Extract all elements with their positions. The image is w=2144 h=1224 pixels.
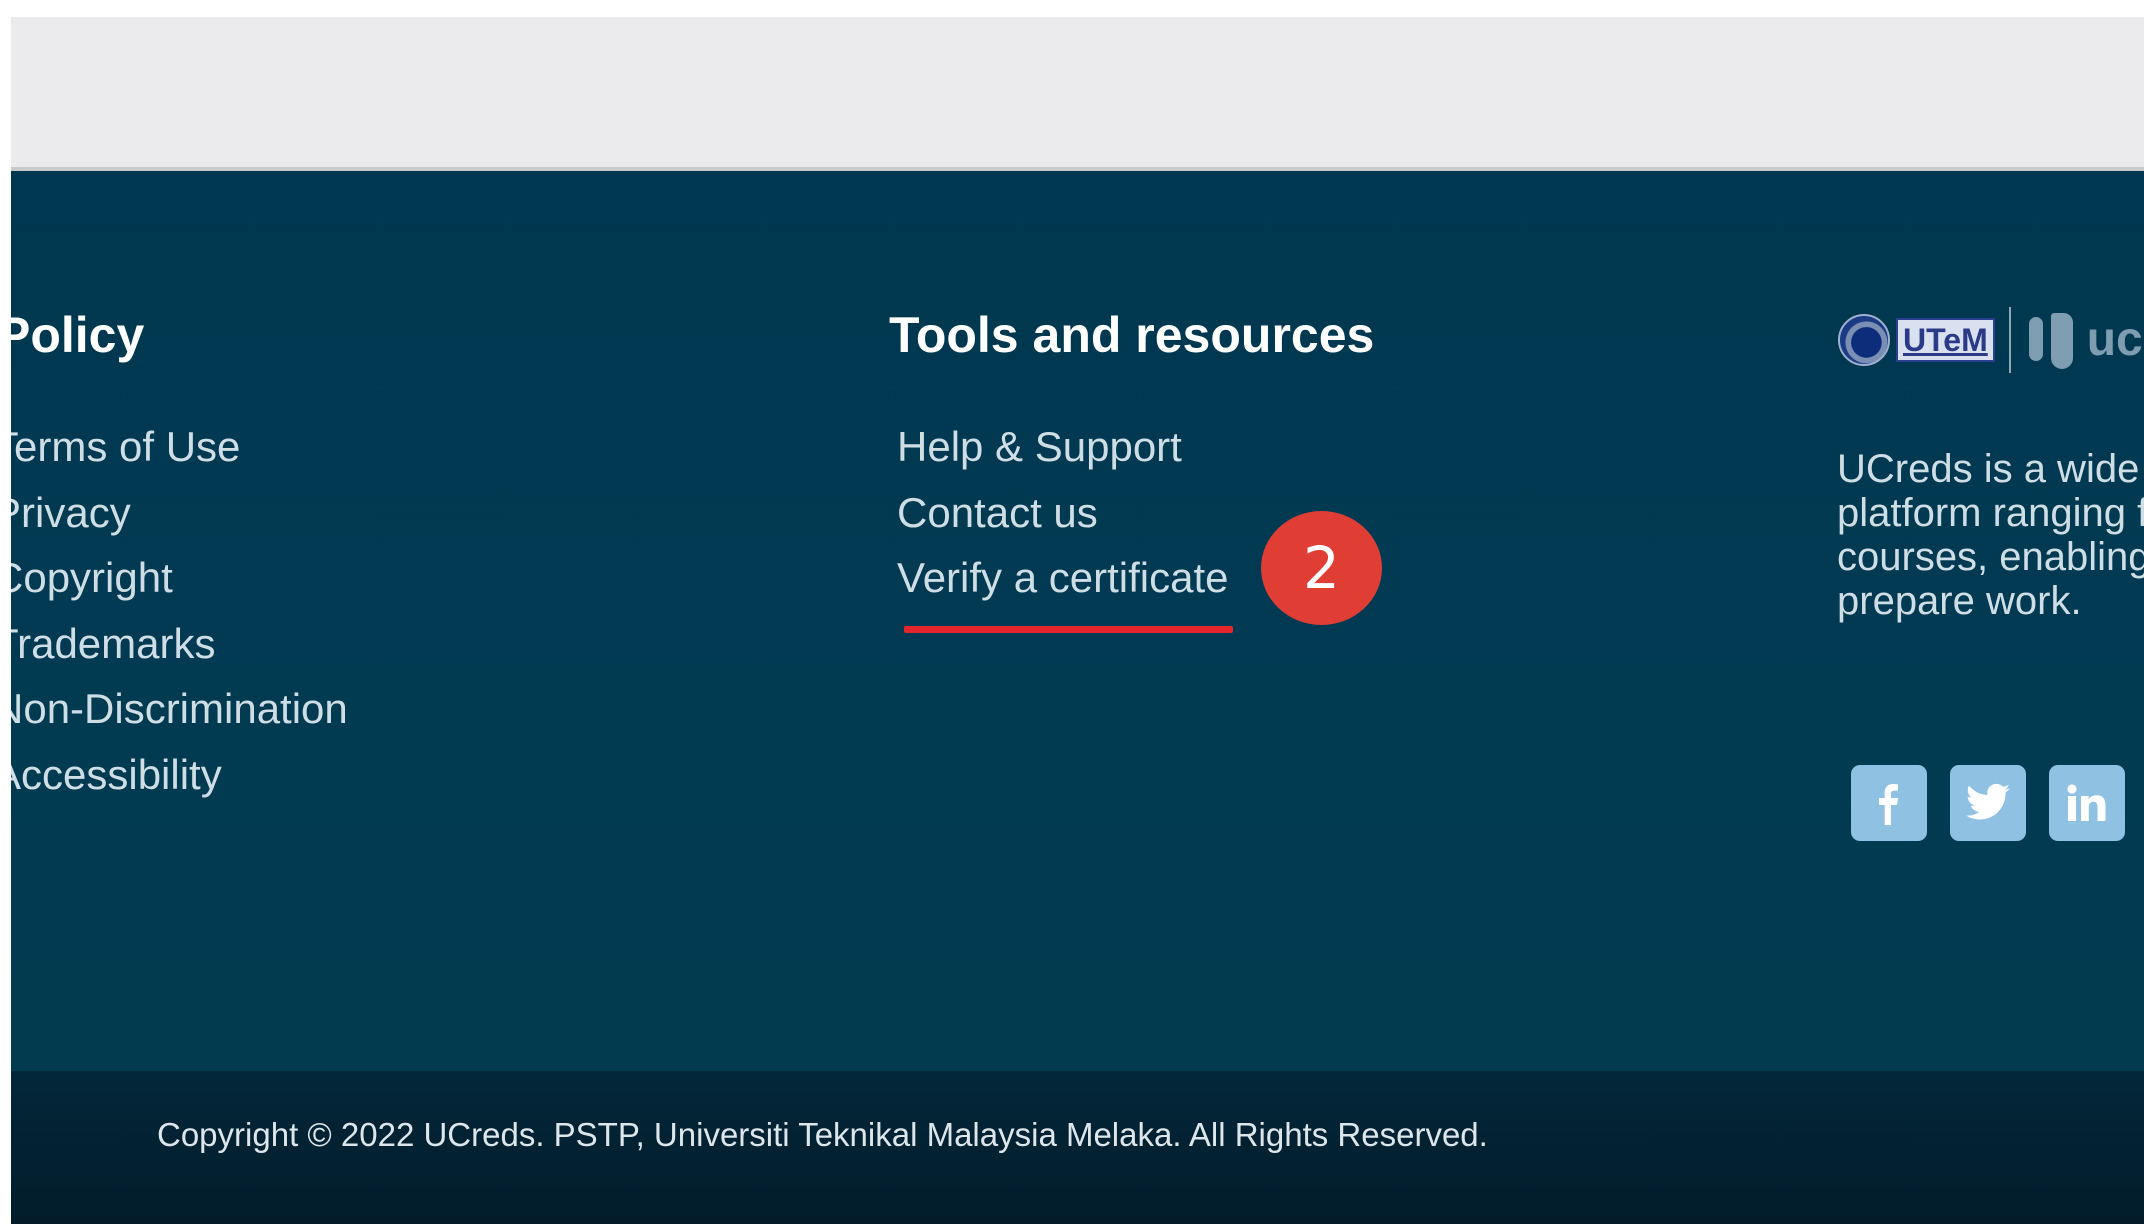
contact-us-link[interactable]: Contact us [897, 480, 1228, 546]
site-footer: Policy Terms of Use Privacy Copyright Tr… [11, 171, 2144, 1071]
footer-bottom-bar: Copyright © 2022 UCreds. PSTP, Universit… [11, 1071, 2144, 1224]
policy-heading: Policy [11, 307, 145, 363]
facebook-icon [1879, 784, 1898, 825]
verify-certificate-link[interactable]: Verify a certificate [897, 545, 1228, 611]
linkedin-icon [2067, 784, 2106, 821]
policy-links: Terms of Use Privacy Copyright Trademark… [11, 414, 348, 808]
verify-certificate-underline [904, 626, 1233, 633]
tools-links: Help & Support Contact us Verify a certi… [897, 414, 1228, 611]
copyright-text: Copyright © 2022 UCreds. PSTP, Universit… [157, 1116, 1488, 1153]
terms-of-use-link[interactable]: Terms of Use [11, 414, 348, 480]
social-links [1851, 765, 2125, 841]
logo-divider [2008, 307, 2011, 373]
facebook-button[interactable] [1851, 765, 1927, 841]
twitter-button[interactable] [1950, 765, 2026, 841]
page: Policy Terms of Use Privacy Copyright Tr… [0, 0, 2144, 1224]
twitter-icon [1966, 783, 2010, 820]
ucreds-mark-icon [2025, 309, 2079, 371]
utem-logo: UTeM [1896, 318, 1995, 362]
tools-heading: Tools and resources [889, 307, 1375, 363]
utem-seal-icon [1838, 314, 1890, 366]
step-number-badge: 2 [1261, 511, 1382, 625]
help-support-link[interactable]: Help & Support [897, 414, 1228, 480]
accessibility-link[interactable]: Accessibility [11, 742, 348, 808]
privacy-link[interactable]: Privacy [11, 480, 348, 546]
copyright-link[interactable]: Copyright [11, 545, 348, 611]
about-description: UCreds is a wide learning platform rangi… [1837, 447, 2144, 623]
linkedin-button[interactable] [2049, 765, 2125, 841]
ucreds-logo: ucreds [2086, 313, 2144, 366]
trademarks-link[interactable]: Trademarks [11, 611, 348, 677]
non-discrimination-link[interactable]: Non-Discrimination [11, 676, 348, 742]
partner-logos: UTeM ucreds [1838, 305, 2144, 375]
content-area-bottom [11, 17, 2144, 171]
